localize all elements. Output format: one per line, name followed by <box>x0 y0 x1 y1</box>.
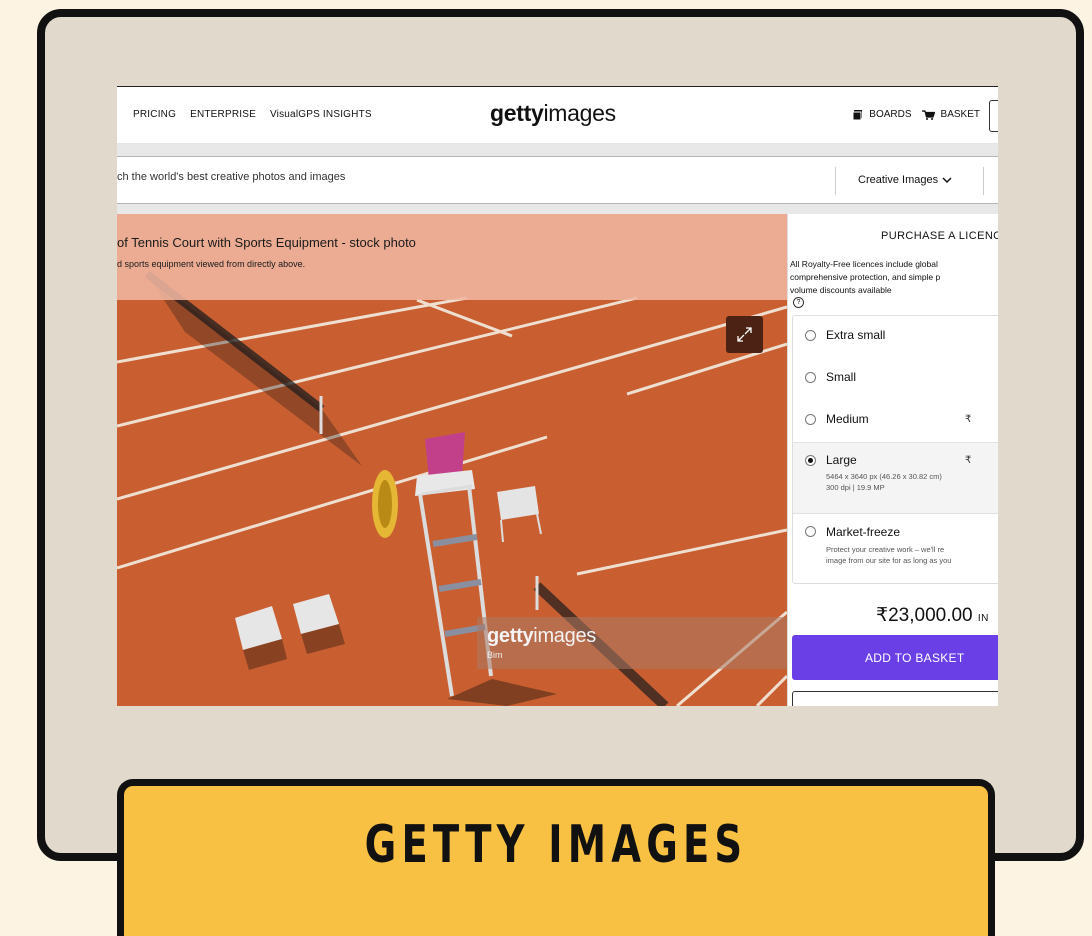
top-nav: PRICING ENTERPRISE VisualGPS INSIGHTS <box>133 109 372 120</box>
description-line-2: comprehensive protection, and simple p <box>790 272 941 282</box>
radio-icon[interactable] <box>805 414 816 425</box>
watermark-logo: gettyimages <box>487 625 596 648</box>
description-line-3: volume discounts available? <box>790 284 998 308</box>
option-detail: 5464 x 3640 px (46.26 x 30.82 cm) 300 dp… <box>826 471 942 493</box>
option-medium[interactable]: Medium ₹ <box>793 400 998 440</box>
basket-label: BASKET <box>940 109 980 120</box>
option-large[interactable]: Large ₹ 5464 x 3640 px (46.26 x 30.82 cm… <box>793 442 998 514</box>
radio-icon[interactable] <box>805 526 816 537</box>
option-market-freeze[interactable]: Market-freeze Protect your creative work… <box>793 516 998 584</box>
nav-insights[interactable]: VisualGPS INSIGHTS <box>270 109 372 120</box>
description-line-3-text: volume discounts available <box>790 285 892 295</box>
radio-icon[interactable] <box>805 455 816 466</box>
watermark-credit: Bim <box>487 650 503 660</box>
filter-label: Creative Images <box>858 174 939 186</box>
expand-button[interactable] <box>726 316 763 353</box>
total-price-value: ₹23,000.00 <box>876 605 973 626</box>
option-detail: Protect your creative work – we'll re im… <box>826 544 951 566</box>
banner-label: GETTY IMAGES <box>364 815 748 875</box>
radio-icon[interactable] <box>805 372 816 383</box>
radio-icon[interactable] <box>805 330 816 341</box>
option-name: Medium <box>826 412 869 426</box>
option-detail-2: image from our site for as long as you <box>826 556 952 565</box>
search-bar: Creative Images <box>117 156 998 204</box>
option-price: ₹ <box>965 455 972 466</box>
image-title: of Tennis Court with Sports Equipment - … <box>117 235 416 250</box>
expand-icon <box>737 327 752 342</box>
currency-code: IN <box>977 613 989 624</box>
title-banner: GETTY IMAGES <box>117 779 995 936</box>
add-to-basket-button[interactable]: ADD TO BASKET <box>792 635 998 680</box>
header-actions: BOARDS BASKET <box>853 109 980 120</box>
search-input[interactable] <box>117 171 817 183</box>
basket-icon <box>921 109 935 120</box>
secondary-action-button[interactable] <box>792 691 998 706</box>
description-line-1: All Royalty-Free licences include global <box>790 259 938 269</box>
boards-label: BOARDS <box>869 109 912 120</box>
gettyimages-logo[interactable]: gettyimages <box>490 100 616 127</box>
help-icon[interactable]: ? <box>793 297 804 308</box>
licence-options: Extra small Small Medium ₹ Large ₹ 5464 … <box>792 315 998 584</box>
image-preview: of Tennis Court with Sports Equipment - … <box>117 214 787 706</box>
search-divider-2 <box>983 167 984 195</box>
site-header: PRICING ENTERPRISE VisualGPS INSIGHTS ge… <box>117 86 998 144</box>
creative-images-dropdown[interactable]: Creative Images <box>858 174 952 186</box>
option-detail-1: Protect your creative work – we'll re <box>826 545 945 554</box>
option-name: Market-freeze <box>826 525 901 539</box>
logo-bold: getty <box>490 100 544 126</box>
image-caption: of Tennis Court with Sports Equipment - … <box>117 214 787 300</box>
search-divider-band <box>117 204 998 214</box>
option-price: ₹ <box>965 414 972 425</box>
option-name: Large <box>826 453 857 467</box>
image-watermark: gettyimages Bim <box>477 617 787 669</box>
search-divider <box>835 167 836 195</box>
image-subtitle: d sports equipment viewed from directly … <box>117 259 306 269</box>
boards-icon <box>853 109 863 120</box>
purchase-title: PURCHASE A LICENC <box>881 230 998 242</box>
getty-images-screenshot: PRICING ENTERPRISE VisualGPS INSIGHTS ge… <box>117 86 998 706</box>
chevron-down-icon <box>942 176 952 183</box>
total-price: ₹23,000.00 IN <box>876 604 989 627</box>
option-name: Extra small <box>826 328 886 342</box>
purchase-description: All Royalty-Free licences include global… <box>790 258 998 308</box>
option-small[interactable]: Small <box>793 358 998 398</box>
basket-link[interactable]: BASKET <box>921 109 980 120</box>
boards-link[interactable]: BOARDS <box>853 109 912 120</box>
account-button[interactable] <box>989 100 998 132</box>
nav-enterprise[interactable]: ENTERPRISE <box>190 109 256 120</box>
option-detail-1: 5464 x 3640 px (46.26 x 30.82 cm) <box>826 472 942 481</box>
option-extra-small[interactable]: Extra small <box>793 316 998 356</box>
header-divider <box>117 144 998 156</box>
option-detail-2: 300 dpi | 19.9 MP <box>826 483 885 492</box>
option-name: Small <box>826 370 857 384</box>
purchase-panel: PURCHASE A LICENC All Royalty-Free licen… <box>787 214 998 706</box>
watermark-logo-light: images <box>533 625 596 647</box>
watermark-logo-bold: getty <box>487 625 534 647</box>
logo-light: images <box>543 100 616 126</box>
nav-pricing[interactable]: PRICING <box>133 109 176 120</box>
